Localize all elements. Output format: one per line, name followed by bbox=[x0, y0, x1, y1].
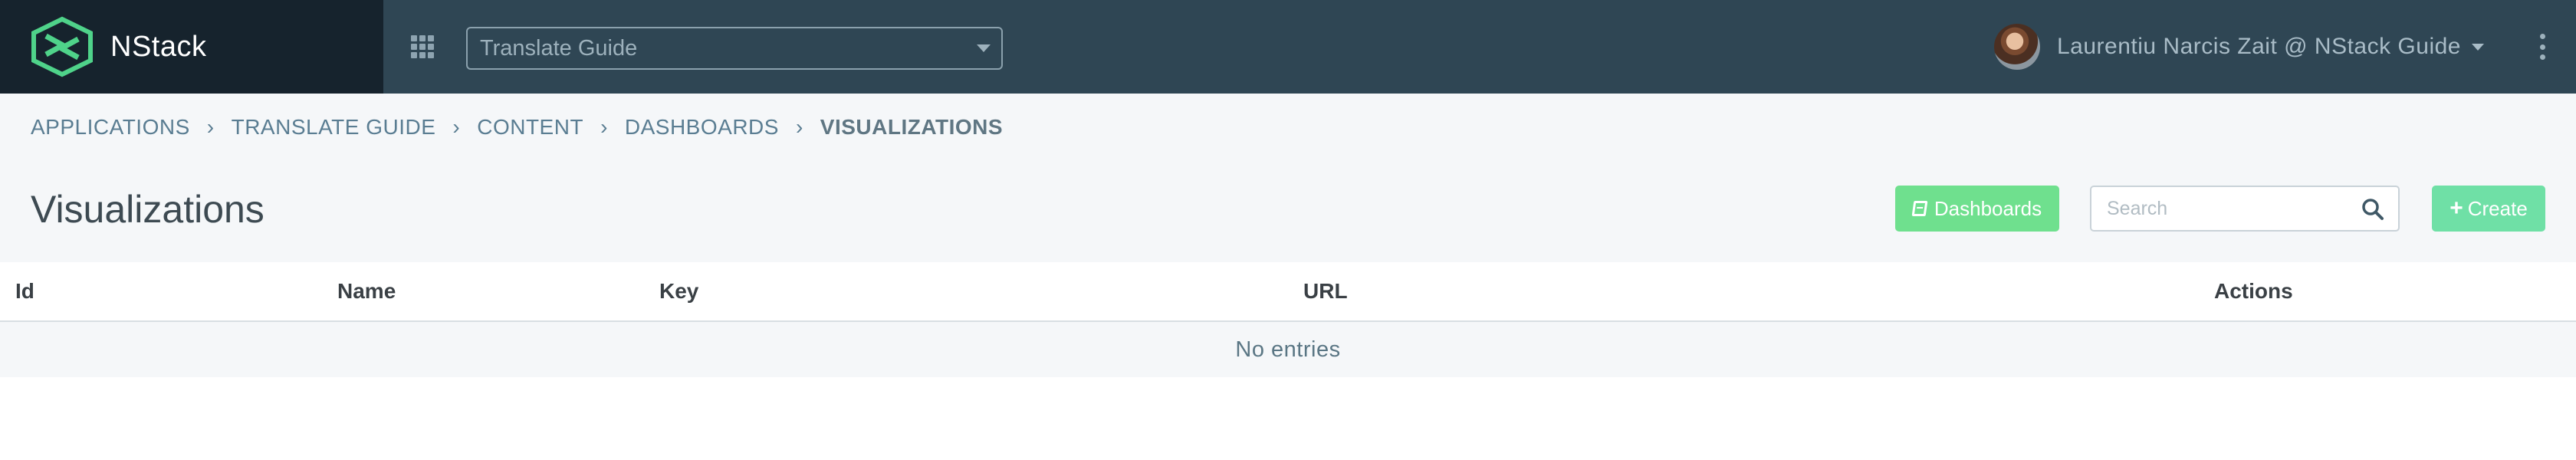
column-header-id: Id bbox=[15, 279, 34, 303]
user-menu[interactable]: Laurentiu Narcis Zait @ NStack Guide bbox=[1994, 24, 2484, 70]
table-header: Id Name Key URL Actions bbox=[0, 262, 2576, 322]
create-button[interactable]: + Create bbox=[2432, 186, 2545, 232]
grid-icon[interactable] bbox=[411, 35, 437, 58]
brand-name: NStack bbox=[110, 30, 207, 63]
column-header-url: URL bbox=[1303, 279, 1348, 303]
breadcrumb-applications[interactable]: APPLICATIONS bbox=[31, 115, 190, 140]
empty-row: No entries bbox=[0, 322, 2576, 377]
empty-message: No entries bbox=[1235, 337, 1341, 362]
caret-down-icon bbox=[977, 44, 991, 52]
book-icon bbox=[1911, 201, 1928, 216]
search-box bbox=[2090, 186, 2400, 232]
breadcrumb-separator: › bbox=[795, 115, 803, 139]
breadcrumb-visualizations: VISUALIZATIONS bbox=[820, 115, 1004, 139]
application-select[interactable]: Translate Guide bbox=[466, 27, 1003, 70]
user-name: Laurentiu Narcis Zait @ NStack Guide bbox=[2057, 34, 2461, 59]
dashboards-button-label: Dashboards bbox=[1934, 196, 2042, 220]
search-input[interactable] bbox=[2107, 197, 2352, 220]
visualizations-table: Id Name Key URL Actions No entries bbox=[0, 262, 2576, 377]
breadcrumb-translate-guide[interactable]: TRANSLATE GUIDE bbox=[232, 115, 436, 140]
breadcrumb-dashboards[interactable]: DASHBOARDS bbox=[625, 115, 779, 140]
page-header-area: APPLICATIONS › TRANSLATE GUIDE › CONTENT… bbox=[0, 94, 2576, 262]
breadcrumb-separator: › bbox=[452, 115, 461, 139]
avatar bbox=[1994, 24, 2040, 70]
caret-down-icon bbox=[2472, 43, 2484, 51]
plus-icon: + bbox=[2450, 196, 2463, 221]
top-navbar: NStack Translate Guide Laurentiu Narcis … bbox=[0, 0, 2576, 94]
column-header-name: Name bbox=[337, 279, 396, 303]
breadcrumb-content[interactable]: CONTENT bbox=[477, 115, 583, 140]
breadcrumb-separator: › bbox=[206, 115, 215, 139]
column-header-actions: Actions bbox=[2214, 279, 2293, 303]
page-title: Visualizations bbox=[31, 188, 264, 231]
application-select-value: Translate Guide bbox=[480, 35, 638, 61]
brand[interactable]: NStack bbox=[0, 0, 383, 94]
dashboards-button[interactable]: Dashboards bbox=[1895, 186, 2059, 232]
nstack-logo-icon bbox=[31, 16, 93, 77]
search-icon[interactable] bbox=[2361, 198, 2384, 221]
vertical-dots-icon[interactable] bbox=[2538, 34, 2547, 60]
create-button-label: Create bbox=[2467, 196, 2528, 220]
breadcrumb-separator: › bbox=[600, 115, 608, 139]
breadcrumb: APPLICATIONS › TRANSLATE GUIDE › CONTENT… bbox=[31, 112, 1003, 143]
column-header-key: Key bbox=[659, 279, 699, 303]
